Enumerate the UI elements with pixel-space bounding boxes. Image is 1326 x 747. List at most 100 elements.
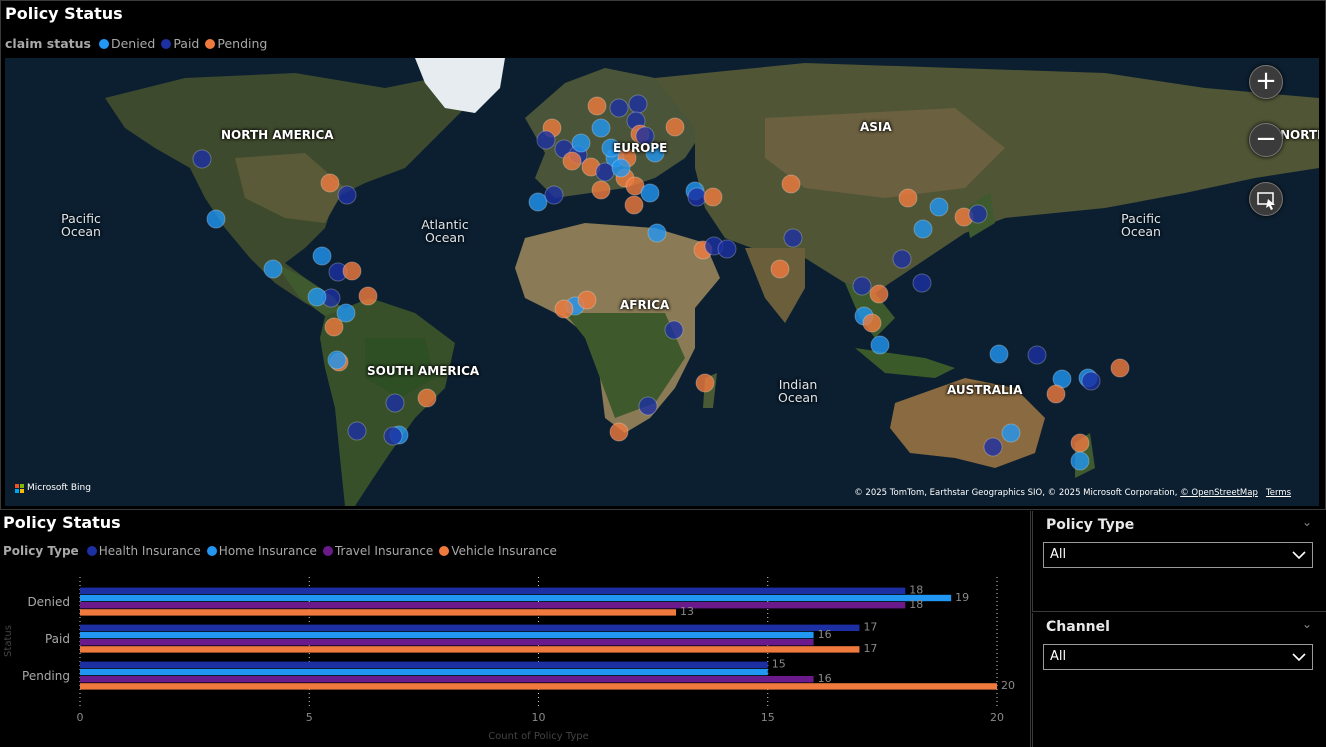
map-marker[interactable] [898, 188, 918, 208]
map-marker[interactable] [781, 174, 801, 194]
bar-chart-visual: Policy Status Policy Type Health Insuran… [0, 511, 1031, 747]
map-marker[interactable] [628, 94, 648, 114]
map-marker[interactable] [869, 284, 889, 304]
map-marker[interactable] [358, 286, 378, 306]
bar[interactable] [80, 587, 906, 594]
world-map[interactable]: NORTH AMERICA ASIA EUROPE AFRICA SOUTH A… [5, 58, 1319, 506]
map-marker[interactable] [647, 223, 667, 243]
bar[interactable] [80, 661, 768, 668]
map-marker[interactable] [327, 350, 347, 370]
map-marker[interactable] [783, 228, 803, 248]
map-marker[interactable] [324, 317, 344, 337]
map-marker[interactable] [312, 246, 332, 266]
map-marker[interactable] [1081, 371, 1101, 391]
map-marker[interactable] [717, 239, 737, 259]
chevron-down-icon[interactable]: ⌄ [1302, 617, 1312, 631]
legend-item-denied[interactable]: Denied [98, 36, 155, 51]
bar-chart[interactable]: 0 5 10 15 20 Denied 18 19 18 13 Paid 17 16 17 Pending 1… [0, 511, 1031, 747]
map-marker[interactable] [1027, 345, 1047, 365]
map-marker[interactable] [320, 173, 340, 193]
bar[interactable] [80, 609, 677, 616]
map-marker[interactable] [664, 320, 684, 340]
bar[interactable] [80, 594, 952, 602]
map-marker[interactable] [587, 96, 607, 116]
map-legend: claim status Denied Paid Pending [5, 36, 273, 51]
y-category-label: Denied [27, 595, 70, 609]
bar[interactable] [80, 631, 814, 639]
terms-link[interactable]: Terms [1266, 488, 1291, 498]
map-marker[interactable] [554, 299, 574, 319]
map-marker[interactable] [770, 259, 790, 279]
map-marker[interactable] [611, 158, 631, 178]
map-marker[interactable] [870, 335, 890, 355]
policy-type-slicer: Policy Type ⌄ All [1032, 511, 1326, 612]
map-marker[interactable] [1110, 358, 1130, 378]
map-marker[interactable] [206, 209, 226, 229]
map-marker[interactable] [912, 273, 932, 293]
map-marker[interactable] [913, 219, 933, 239]
map-marker[interactable] [192, 149, 212, 169]
map-marker[interactable] [536, 130, 556, 150]
map-marker[interactable] [862, 313, 882, 333]
map-marker[interactable] [892, 249, 912, 269]
map-marker[interactable] [929, 197, 949, 217]
legend-item-paid[interactable]: Paid [161, 36, 199, 51]
map-marker[interactable] [695, 373, 715, 393]
bar[interactable] [80, 668, 768, 676]
y-axis-title: Status [3, 625, 14, 657]
map-marker[interactable] [385, 393, 405, 413]
slicer-title: Channel [1046, 619, 1110, 635]
map-marker[interactable] [1046, 384, 1066, 404]
zoom-out-button[interactable]: − [1249, 123, 1283, 157]
policy-type-dropdown[interactable]: All [1043, 542, 1313, 568]
map-marker[interactable] [665, 117, 685, 137]
map-marker[interactable] [703, 187, 723, 207]
map-marker[interactable] [336, 303, 356, 323]
map-marker[interactable] [983, 437, 1003, 457]
map-marker[interactable] [1001, 423, 1021, 443]
map-credits: © 2025 TomTom, Earthstar Geographics SIO… [854, 488, 1291, 498]
map-marker[interactable] [591, 118, 611, 138]
map-marker[interactable] [347, 421, 367, 441]
map-marker[interactable] [591, 180, 611, 200]
map-marker[interactable] [577, 290, 597, 310]
map-marker[interactable] [528, 192, 548, 212]
bing-logo: Microsoft Bing [15, 483, 91, 493]
map-marker[interactable] [640, 183, 660, 203]
bar[interactable] [80, 646, 860, 653]
map-marker[interactable] [562, 151, 582, 171]
map-marker[interactable] [417, 388, 437, 408]
map-marker[interactable] [609, 98, 629, 118]
map-marker[interactable] [342, 261, 362, 281]
map-marker[interactable] [1070, 433, 1090, 453]
bar[interactable] [80, 683, 997, 690]
map-marker[interactable] [544, 185, 564, 205]
chevron-down-icon[interactable]: ⌄ [1302, 515, 1312, 529]
map-marker[interactable] [571, 133, 591, 153]
map-marker[interactable] [595, 162, 615, 182]
map-marker[interactable] [968, 204, 988, 224]
map-marker[interactable] [383, 426, 403, 446]
osm-link[interactable]: © OpenStreetMap [1180, 488, 1258, 498]
map-marker[interactable] [263, 259, 283, 279]
map-marker[interactable] [307, 287, 327, 307]
bar[interactable] [80, 624, 860, 631]
legend-item-pending[interactable]: Pending [205, 36, 267, 51]
bar[interactable] [80, 602, 906, 609]
map-marker[interactable] [989, 344, 1009, 364]
channel-dropdown[interactable]: All [1043, 644, 1313, 670]
map-marker[interactable] [1070, 451, 1090, 471]
bar[interactable] [80, 676, 814, 683]
map-marker[interactable] [337, 185, 357, 205]
select-region-button[interactable] [1249, 182, 1283, 216]
map-marker[interactable] [852, 276, 872, 296]
region-label: SOUTH AMERICA [367, 364, 480, 378]
map-marker[interactable] [609, 422, 629, 442]
data-label: 17 [863, 642, 877, 655]
bar[interactable] [80, 639, 814, 646]
zoom-in-button[interactable]: + [1249, 65, 1283, 99]
x-tick-label: 0 [77, 711, 84, 724]
map-marker[interactable] [687, 187, 707, 207]
map-marker[interactable] [624, 195, 644, 215]
map-marker[interactable] [638, 396, 658, 416]
